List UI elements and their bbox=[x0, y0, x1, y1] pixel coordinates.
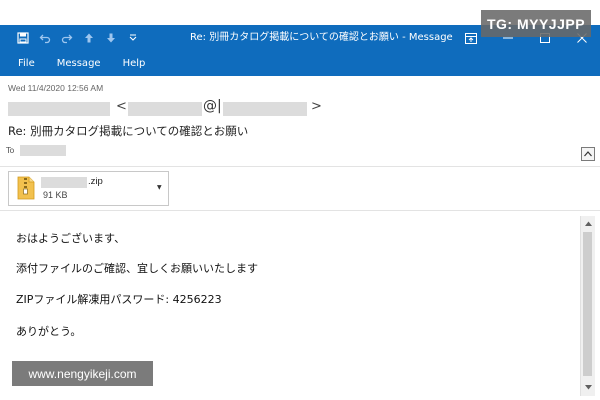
chevron-up-icon bbox=[584, 151, 592, 157]
scroll-up-icon[interactable] bbox=[581, 216, 595, 230]
window-title: Re: 別冊カタログ掲載についての確認とお願い - Message bbox=[190, 32, 453, 43]
save-icon[interactable] bbox=[12, 27, 34, 49]
up-arrow-icon[interactable] bbox=[78, 27, 100, 49]
zip-file-icon bbox=[17, 176, 35, 204]
sender-at: @| bbox=[203, 98, 222, 114]
attachment-dropdown-icon[interactable]: ▼ bbox=[157, 184, 162, 191]
message-subject: Re: 別冊カタログ掲載についての確認とお願い bbox=[8, 124, 249, 138]
sender-bracket-open: < bbox=[116, 99, 127, 114]
redacted-sender-user bbox=[128, 102, 202, 116]
sent-date: Wed 11/4/2020 12:56 AM bbox=[8, 83, 104, 93]
message-window: Re: 別冊カタログ掲載についての確認とお願い - Message File M… bbox=[0, 25, 600, 400]
customize-icon[interactable] bbox=[122, 27, 144, 49]
attachment-card[interactable]: .zip 91 KB ▼ bbox=[8, 171, 169, 206]
redacted-sender-name bbox=[8, 102, 110, 116]
undo-icon[interactable] bbox=[34, 27, 56, 49]
body-line: 添付ファイルのご確認、宜しくお願いいたします bbox=[16, 262, 258, 275]
body-line: ありがとう。 bbox=[16, 325, 82, 338]
menu-help[interactable]: Help bbox=[112, 51, 157, 76]
down-arrow-icon[interactable] bbox=[100, 27, 122, 49]
sender-line: < @| > bbox=[8, 98, 328, 117]
scroll-down-icon[interactable] bbox=[581, 380, 595, 394]
collapse-header-button[interactable] bbox=[581, 147, 595, 161]
quick-access-toolbar bbox=[0, 25, 144, 51]
redo-icon[interactable] bbox=[56, 27, 78, 49]
attachment-size: 91 KB bbox=[43, 190, 68, 200]
to-label: To bbox=[6, 146, 15, 155]
sender-bracket-close: > bbox=[311, 99, 322, 114]
redacted-sender-domain bbox=[223, 102, 307, 116]
telegram-watermark: TG: MYYJJPP bbox=[481, 10, 591, 37]
scrollbar-thumb[interactable] bbox=[583, 232, 592, 376]
body-line: おはようございます、 bbox=[16, 232, 126, 245]
redacted-attachment-name bbox=[41, 177, 87, 188]
body-line: ZIPファイル解凍用パスワード: 4256223 bbox=[16, 293, 222, 306]
menu-file[interactable]: File bbox=[0, 51, 46, 76]
site-watermark: www.nengyikeji.com bbox=[12, 361, 153, 386]
redacted-recipient bbox=[20, 145, 66, 156]
attachment-divider bbox=[0, 210, 600, 211]
menu-message[interactable]: Message bbox=[46, 51, 112, 76]
body-scrollbar[interactable] bbox=[580, 216, 595, 396]
header-divider bbox=[0, 166, 600, 167]
attachment-name: .zip bbox=[88, 176, 103, 187]
menu-bar: File Message Help bbox=[0, 51, 600, 76]
